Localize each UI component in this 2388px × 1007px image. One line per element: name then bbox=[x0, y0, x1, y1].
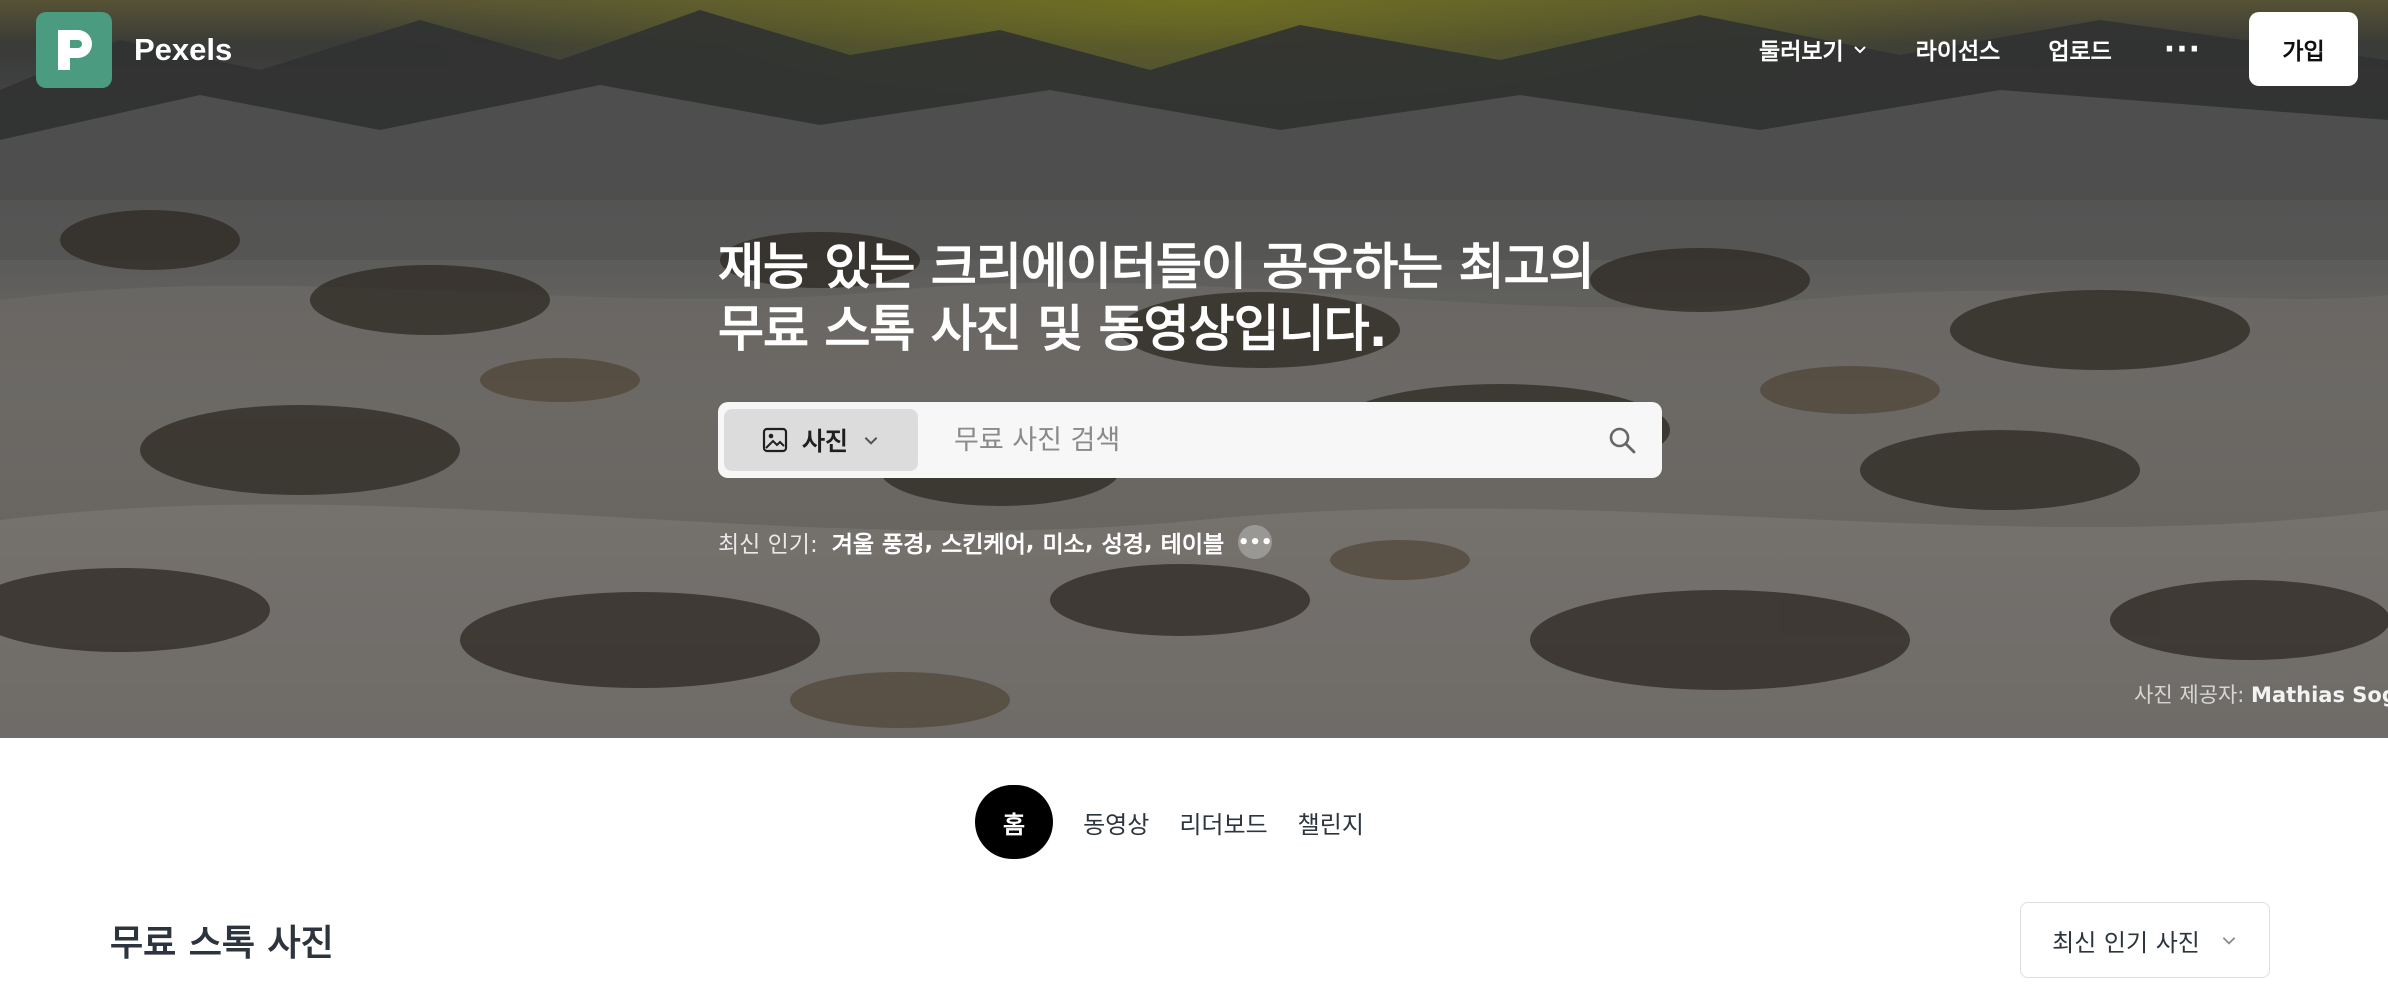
tab-home[interactable]: 홈 bbox=[975, 785, 1054, 859]
search-button[interactable] bbox=[1582, 409, 1662, 471]
brand-name: Pexels bbox=[134, 32, 233, 67]
join-button[interactable]: 가입 bbox=[2249, 12, 2358, 86]
hero-headline: 재능 있는 크리에이터들이 공유하는 최고의 무료 스톡 사진 및 동영상입니다… bbox=[718, 236, 1698, 360]
trending-searches: 최신 인기: 겨울 풍경, 스킨케어, 미소, 성경, 테이블 ••• bbox=[718, 525, 1272, 559]
photo-credit-author: Mathias Sogo bbox=[2251, 683, 2388, 707]
main-tabs: 홈 동영상 리더보드 챌린지 bbox=[975, 785, 1379, 859]
trending-tag[interactable]: 성경 bbox=[1102, 525, 1144, 559]
chevron-down-icon bbox=[864, 437, 878, 445]
pexels-logo[interactable]: Pexels bbox=[36, 12, 232, 88]
hero-overlay bbox=[0, 0, 2388, 738]
sort-dropdown[interactable]: 최신 인기 사진 bbox=[2020, 902, 2270, 978]
trending-label: 최신 인기: bbox=[718, 532, 818, 558]
trending-tag[interactable]: 미소 bbox=[1043, 525, 1085, 559]
search-type-dropdown[interactable]: 사진 bbox=[724, 409, 918, 471]
chevron-down-icon bbox=[2222, 937, 2236, 945]
section-title: 무료 스톡 사진 bbox=[110, 923, 334, 964]
chevron-down-icon bbox=[1853, 46, 1866, 54]
photo-credit[interactable]: 사진 제공자: Mathias Sogo bbox=[2134, 679, 2388, 709]
sort-dropdown-label: 최신 인기 사진 bbox=[2052, 928, 2200, 957]
trending-more-icon[interactable]: ••• bbox=[1238, 525, 1272, 559]
trending-tag[interactable]: 테이블 bbox=[1161, 525, 1224, 559]
image-icon bbox=[762, 427, 788, 453]
nav-browse[interactable]: 둘러보기 bbox=[1759, 32, 1868, 66]
nav-upload[interactable]: 업로드 bbox=[2048, 32, 2111, 66]
hero-banner: Pexels 둘러보기 라이선스 업로드 ··· 가입 재능 있는 크리에이터들… bbox=[0, 0, 2388, 738]
pexels-logo-icon bbox=[36, 12, 112, 88]
trending-tag[interactable]: 겨울 풍경 bbox=[832, 525, 925, 559]
hero-headline-line1: 재능 있는 크리에이터들이 공유하는 최고의 bbox=[718, 238, 1595, 296]
search-bar: 사진 bbox=[718, 402, 1662, 478]
tab-challenges[interactable]: 챌린지 bbox=[1283, 785, 1379, 859]
photo-credit-prefix: 사진 제공자: bbox=[2134, 683, 2245, 707]
tab-videos[interactable]: 동영상 bbox=[1068, 785, 1164, 859]
search-icon bbox=[1609, 427, 1636, 454]
search-type-label: 사진 bbox=[801, 427, 848, 456]
more-menu-icon[interactable]: ··· bbox=[2164, 32, 2201, 67]
top-nav: 둘러보기 라이선스 업로드 ··· 가입 bbox=[1759, 12, 2358, 86]
nav-browse-label: 둘러보기 bbox=[1759, 39, 1844, 65]
tab-leaderboard[interactable]: 리더보드 bbox=[1164, 785, 1282, 859]
trending-tag[interactable]: 스킨케어 bbox=[941, 525, 1026, 559]
hero-headline-line2: 무료 스톡 사진 및 동영상입니다. bbox=[718, 300, 1388, 358]
search-input[interactable] bbox=[954, 424, 1582, 456]
nav-license[interactable]: 라이선스 bbox=[1916, 32, 2001, 66]
